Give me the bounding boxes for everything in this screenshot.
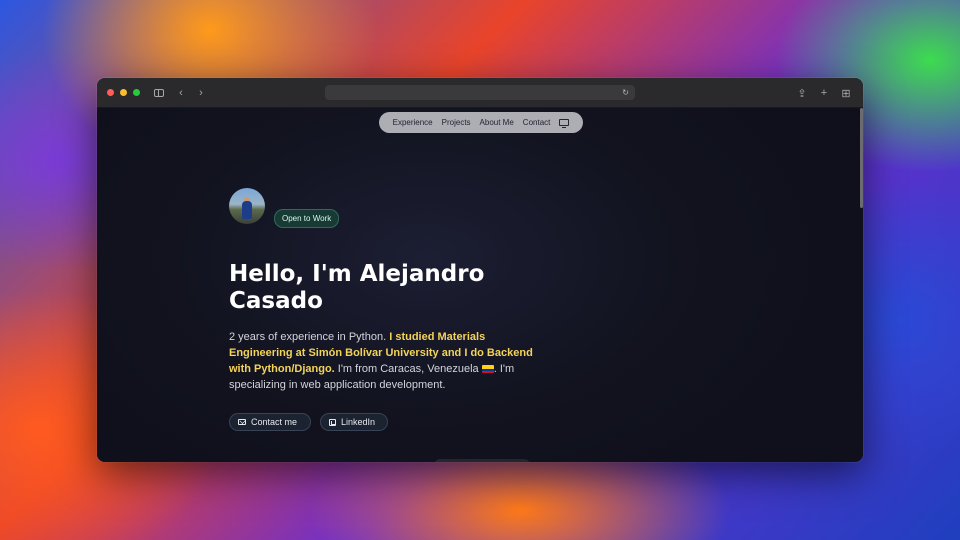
share-icon[interactable]: ⇪ [795, 86, 809, 100]
dock-edge [434, 459, 530, 462]
monitor-icon[interactable] [559, 119, 570, 128]
venezuela-flag-icon [481, 365, 494, 373]
linkedin-label: LinkedIn [341, 417, 376, 427]
contact-me-button[interactable]: Contact me [229, 413, 311, 431]
intro-paragraph: 2 years of experience in Python. I studi… [229, 329, 549, 393]
plus-icon[interactable]: + [817, 86, 831, 100]
linkedin-button[interactable]: LinkedIn [320, 413, 388, 431]
top-navigation: Experience Projects About Me Contact [379, 112, 583, 133]
maximize-window-button[interactable] [133, 89, 140, 96]
nav-item-contact[interactable]: Contact [523, 118, 551, 127]
status-badge: Open to Work [274, 209, 340, 228]
chevron-left-icon[interactable]: ‹ [174, 86, 188, 100]
intro-text-1: 2 years of experience in Python. [229, 331, 390, 343]
intro-text-2: I'm from Caracas, Venezuela [334, 363, 482, 375]
browser-window: ‹ › ↻ ⇪ + ⊞ Experience Projects About Me… [97, 78, 863, 462]
linkedin-icon [329, 418, 336, 426]
page-title: Hello, I'm Alejandro Casado [229, 261, 485, 314]
scrollbar[interactable] [860, 108, 863, 208]
sidebar-icon[interactable] [154, 88, 164, 97]
avatar [229, 188, 265, 224]
reload-icon[interactable]: ↻ [622, 88, 629, 97]
minimize-window-button[interactable] [120, 89, 127, 96]
grid-icon[interactable]: ⊞ [839, 86, 853, 100]
avatar-body [242, 201, 252, 219]
address-bar[interactable]: ↻ [325, 85, 635, 100]
nav-item-about-me[interactable]: About Me [480, 118, 514, 127]
mail-icon [238, 419, 246, 425]
close-window-button[interactable] [107, 89, 114, 96]
nav-item-projects[interactable]: Projects [442, 118, 471, 127]
page-content: Experience Projects About Me Contact Ope… [97, 108, 863, 462]
nav-item-experience[interactable]: Experience [393, 118, 433, 127]
chevron-right-icon[interactable]: › [194, 86, 208, 100]
window-controls [107, 89, 140, 96]
contact-me-label: Contact me [251, 417, 298, 427]
toolbar-actions: ⇪ + ⊞ [795, 86, 853, 100]
browser-toolbar: ‹ › ↻ ⇪ + ⊞ [97, 78, 863, 108]
